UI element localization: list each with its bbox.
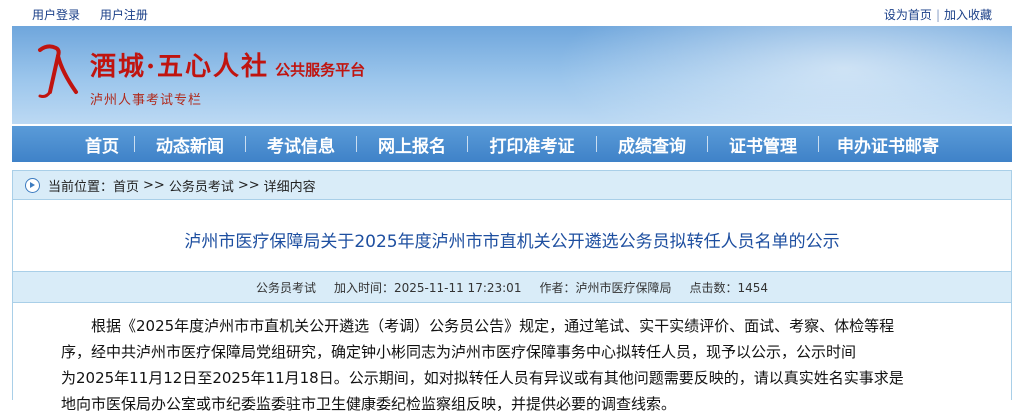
breadcrumb-current: 详细内容 — [263, 179, 316, 195]
top-bar-separator: | — [935, 8, 940, 22]
top-bar-left: 用户登录 用户注册 — [32, 6, 164, 23]
article-line: 序，经中共泸州市医疗保障局党组研究，确定钟小彬同志为泸州市医疗保障事务中心拟转任… — [61, 343, 857, 361]
breadcrumb: 当前位置： 首页 >> 公务员考试 >> 详细内容 — [12, 170, 1012, 200]
article-paragraph: 根据《2025年度泸州市市直机关公开遴选（考调）公务员公告》规定，通过笔试、实干… — [61, 313, 961, 339]
breadcrumb-separator: >> — [237, 177, 260, 193]
article-line: 根据《2025年度泸州市市直机关公开遴选（考调）公务员公告》规定，通过笔试、实干… — [91, 317, 895, 335]
article-body: 根据《2025年度泸州市市直机关公开遴选（考调）公务员公告》规定，通过笔试、实干… — [61, 313, 961, 417]
nav-item-print-admission-ticket[interactable]: 打印准考证 — [468, 132, 596, 157]
nav-item-certificate-management[interactable]: 证书管理 — [708, 132, 818, 157]
article-category: 公务员考试 — [255, 280, 316, 295]
nav-item-online-registration[interactable]: 网上报名 — [357, 132, 467, 157]
nav-item-news[interactable]: 动态新闻 — [135, 132, 245, 157]
site-logo-icon — [38, 44, 78, 98]
bookmark-link[interactable]: 加入收藏 — [944, 8, 992, 22]
nav-item-certificate-mailing[interactable]: 申办证书邮寄 — [819, 132, 957, 157]
brand-tagline: 泸州人事考试专栏 — [90, 93, 203, 108]
header-banner: 酒城·五心人社 公共服务平台 泸州人事考试专栏 — [12, 26, 1012, 124]
nav-item-home[interactable]: 首页 — [70, 132, 134, 157]
brand-block: 酒城·五心人社 公共服务平台 泸州人事考试专栏 — [90, 46, 365, 108]
breadcrumb-separator: >> — [143, 177, 165, 193]
location-arrow-icon — [25, 177, 40, 193]
article: 泸州市医疗保障局关于2025年度泸州市市直机关公开遴选公务员拟转任人员名单的公示… — [12, 199, 1012, 413]
login-link[interactable]: 用户登录 — [32, 8, 80, 22]
set-home-link[interactable]: 设为首页 — [884, 8, 932, 22]
nav-item-exam-info[interactable]: 考试信息 — [246, 132, 356, 157]
register-link[interactable]: 用户注册 — [100, 8, 148, 22]
brand-subtitle: 公共服务平台 — [275, 61, 366, 79]
article-line: 地向市医保局办公室或市纪委监委驻市卫生健康委纪检监察组反映，并提供必要的调查线索… — [61, 395, 677, 413]
article-line: 为2025年11月12日至2025年11月18日。公示期间，如对拟转任人员有异议… — [61, 369, 904, 387]
article-meta: 公务员考试 加入时间：2025-11-11 17:23:01 作者：泸州市医疗保… — [13, 271, 1011, 303]
top-bar: 用户登录 用户注册 设为首页 | 加入收藏 — [0, 0, 1024, 26]
article-time: 加入时间：2025-11-11 17:23:01 — [334, 280, 522, 295]
brand-title: 酒城·五心人社 — [90, 52, 270, 82]
breadcrumb-section-link[interactable]: 公务员考试 — [169, 176, 234, 195]
main-nav: 首页 动态新闻 考试信息 网上报名 打印准考证 成绩查询 证书管理 申办证书邮寄 — [12, 126, 1012, 162]
breadcrumb-home-link[interactable]: 首页 — [113, 176, 139, 195]
article-title: 泸州市医疗保障局关于2025年度泸州市市直机关公开遴选公务员拟转任人员名单的公示 — [184, 232, 840, 252]
article-hits: 点击数：1454 — [689, 280, 769, 295]
article-author: 作者：泸州市医疗保障局 — [539, 280, 672, 295]
top-bar-right: 设为首页 | 加入收藏 — [884, 6, 992, 23]
breadcrumb-prefix: 当前位置： — [48, 179, 114, 195]
brand-title-row: 酒城·五心人社 公共服务平台 — [90, 46, 365, 83]
banner-glow — [532, 26, 1012, 124]
nav-item-score-query[interactable]: 成绩查询 — [597, 132, 707, 157]
